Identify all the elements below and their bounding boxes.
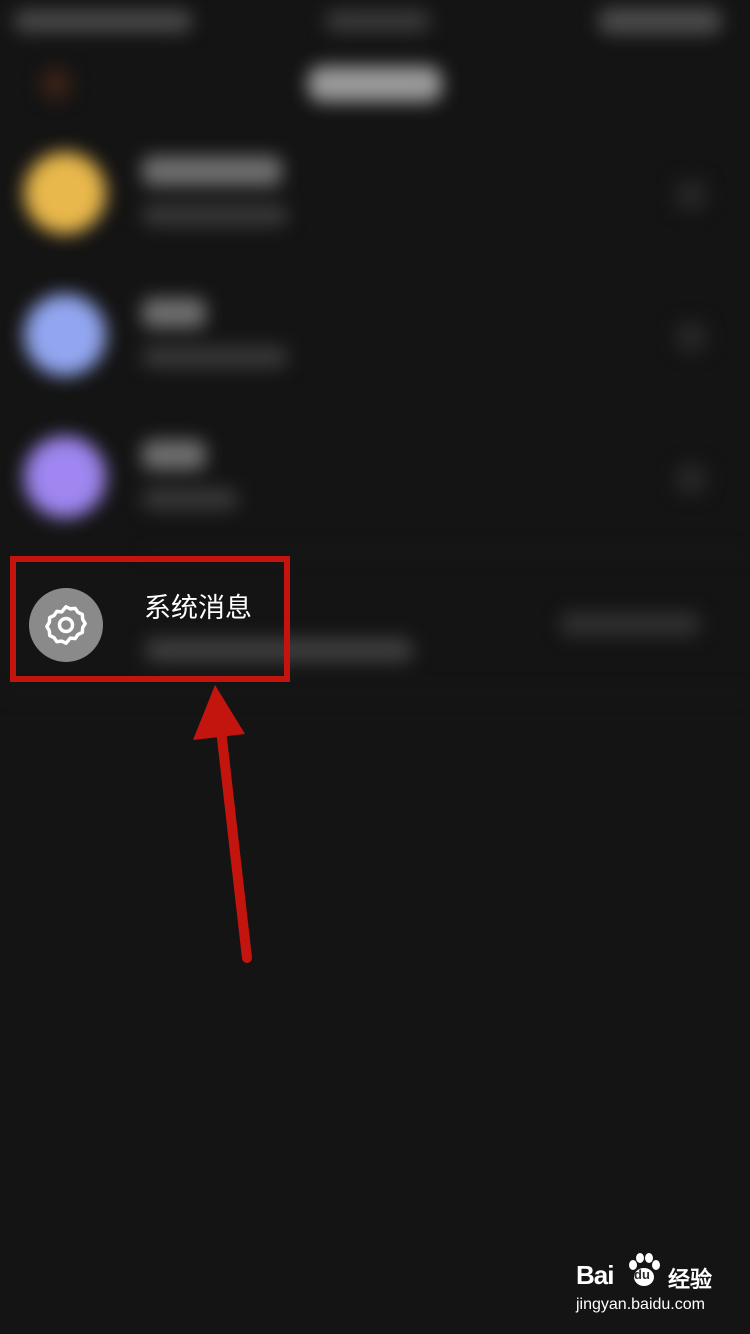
- list-item-title: [142, 440, 206, 470]
- baidu-jingyan-watermark: Bai du 经验 jingyan.baidu.com: [576, 1250, 736, 1320]
- chevron-right-icon: [676, 322, 706, 352]
- list-item-preview: [142, 488, 238, 510]
- chevron-right-icon: [676, 180, 706, 210]
- system-message-time: [560, 612, 700, 636]
- divider: [142, 552, 750, 554]
- list-item-title: [142, 298, 206, 328]
- page-title: [308, 66, 442, 102]
- back-icon[interactable]: [40, 68, 72, 100]
- list-item[interactable]: [0, 274, 750, 416]
- avatar: [24, 152, 106, 234]
- watermark-brand-left: Bai: [576, 1260, 614, 1290]
- avatar: [24, 294, 106, 376]
- status-bar: [0, 0, 750, 44]
- list-item-preview: [142, 346, 288, 368]
- system-message-item[interactable]: 系统消息: [12, 558, 288, 680]
- status-time: [325, 10, 430, 32]
- watermark-brand-paw: du: [634, 1267, 650, 1282]
- avatar: [24, 436, 106, 518]
- list-item[interactable]: [0, 132, 750, 274]
- divider: [0, 692, 750, 694]
- list-item-title: [142, 156, 282, 186]
- gear-icon: [29, 588, 103, 662]
- list-item-preview: [142, 204, 288, 226]
- chevron-right-icon: [676, 464, 706, 494]
- system-message-title: 系统消息: [144, 593, 252, 624]
- status-battery: [598, 8, 722, 34]
- status-carrier: [14, 10, 192, 32]
- list-item[interactable]: [0, 416, 750, 558]
- watermark-brand-right: 经验: [668, 1268, 713, 1293]
- watermark-url: jingyan.baidu.com: [576, 1296, 705, 1313]
